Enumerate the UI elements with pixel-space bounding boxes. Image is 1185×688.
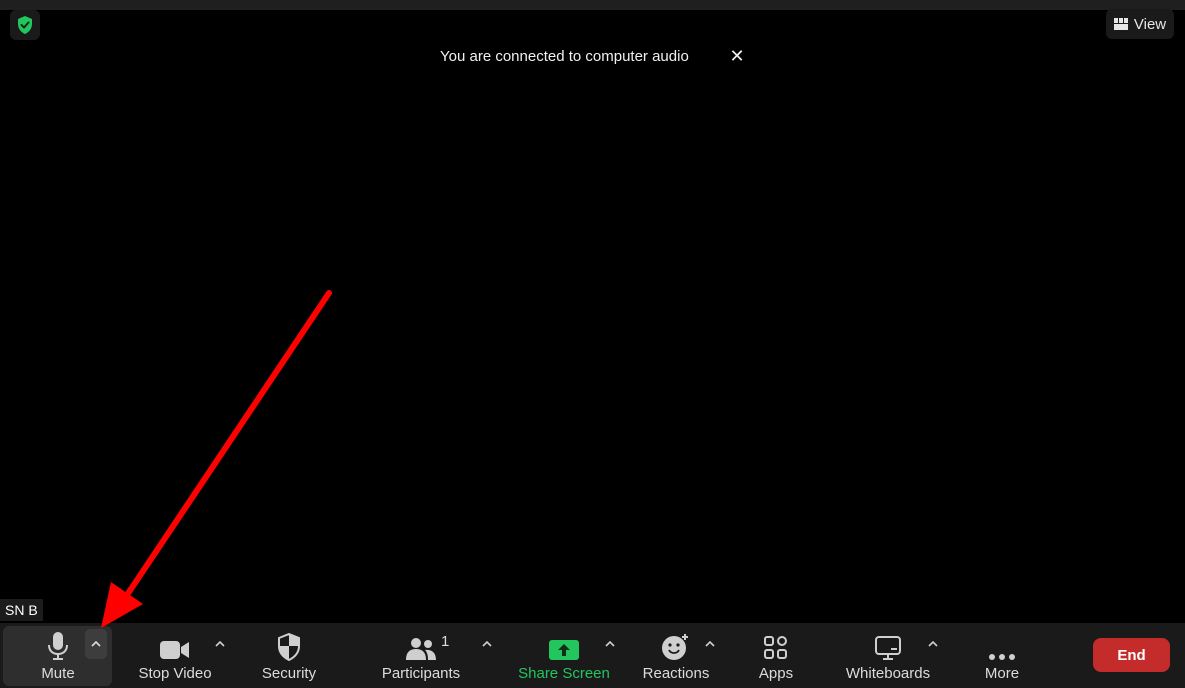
meeting-toolbar: Mute Stop Video Security Participants 1 …: [0, 623, 1185, 688]
mute-options-caret[interactable]: [85, 629, 107, 659]
audio-connected-notice: You are connected to computer audio: [440, 48, 689, 65]
stop-video-button[interactable]: Stop Video: [132, 623, 218, 688]
whiteboard-icon: [875, 636, 901, 660]
more-dots-icon: [989, 654, 1015, 660]
annotation-arrow-shaft: [122, 290, 332, 601]
smiley-add-icon: [662, 634, 688, 660]
view-button[interactable]: View: [1106, 9, 1174, 39]
mute-label: Mute: [41, 665, 75, 682]
whiteboards-options-caret[interactable]: [922, 631, 944, 657]
participants-count: 1: [441, 633, 450, 650]
apps-label: Apps: [758, 665, 794, 682]
share-screen-label: Share Screen: [518, 665, 610, 682]
whiteboards-label: Whiteboards: [845, 665, 931, 682]
chevron-up-icon: [215, 641, 225, 647]
participants-options-caret[interactable]: [476, 631, 498, 657]
security-label: Security: [261, 665, 317, 682]
participants-button[interactable]: Participants: [375, 623, 467, 688]
participants-label: Participants: [381, 665, 461, 682]
annotation-arrow-head: [101, 582, 143, 628]
video-camera-icon: [160, 641, 189, 659]
participants-icon: [406, 638, 436, 660]
close-notice-icon[interactable]: ✕: [729, 46, 745, 66]
more-button[interactable]: More: [972, 623, 1032, 688]
chevron-up-icon: [928, 641, 938, 647]
video-options-caret[interactable]: [209, 631, 231, 657]
chevron-up-icon: [482, 641, 492, 647]
chevron-up-icon: [91, 641, 101, 647]
shield-check-icon: [18, 16, 32, 34]
apps-button[interactable]: Apps: [746, 623, 806, 688]
encryption-badge[interactable]: [10, 10, 40, 40]
stop-video-label: Stop Video: [138, 665, 212, 682]
reactions-label: Reactions: [642, 665, 710, 682]
apps-icon: [764, 636, 787, 659]
chevron-up-icon: [605, 641, 615, 647]
shield-icon: [278, 633, 300, 661]
share-options-caret[interactable]: [599, 631, 621, 657]
annotation-arrow: [101, 290, 332, 628]
view-label: View: [1133, 15, 1167, 33]
microphone-icon: [48, 632, 68, 660]
participant-name-tag: SN B: [0, 599, 43, 621]
window-top-bar: [0, 0, 1185, 10]
more-label: More: [984, 665, 1020, 682]
reactions-options-caret[interactable]: [699, 631, 721, 657]
chevron-up-icon: [705, 641, 715, 647]
security-button[interactable]: Security: [254, 623, 324, 688]
grid-view-icon: [1113, 18, 1128, 30]
share-screen-icon: [549, 640, 579, 660]
end-meeting-button[interactable]: End: [1093, 638, 1170, 672]
